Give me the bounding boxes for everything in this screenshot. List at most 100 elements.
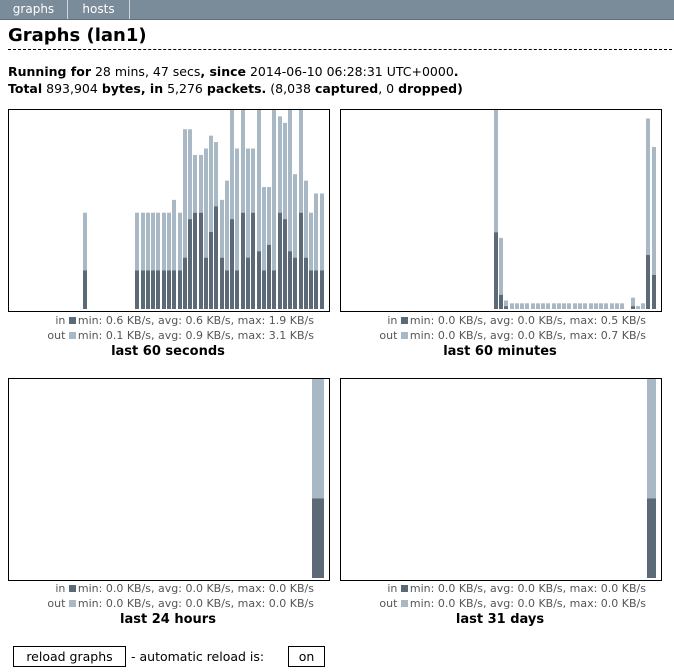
out-legend-label: out [379,597,398,610]
reload-graphs-button[interactable]: reload graphs [13,646,126,667]
in-bar [83,270,87,309]
out-bar [156,212,160,271]
out-bar [262,187,266,271]
out-bar [214,142,218,207]
graph-60-minutes [340,109,662,312]
in-bar [309,270,313,309]
in-bar [267,244,271,309]
out-bar [162,212,166,271]
out-bar [309,212,313,271]
out-bar [141,212,145,271]
in-bar [278,212,282,309]
out-legend-label: out [47,597,66,610]
in-bar [241,212,245,309]
in-bar [251,212,255,309]
page-title: Graphs (lan1) [8,25,672,50]
graph-31-days-svg [647,379,656,578]
out-bar [615,303,619,309]
in-bar [652,274,656,309]
graph-24-hours-caption: last 24 hours [120,612,216,627]
out-bar [235,148,239,271]
in-bar [272,270,276,309]
out-bar [178,212,182,271]
out-stats-text: min: 0.0 KB/s, avg: 0.0 KB/s, max: 0.0 K… [409,597,646,610]
in-bar [220,257,224,309]
tab-graphs[interactable]: graphs [0,0,68,19]
in-bar [214,206,218,309]
out-bar [183,129,187,258]
out-bar [504,300,508,307]
packets-label: packets. [206,81,267,96]
out-bar [135,212,139,271]
captured-count: (8,038 [270,81,311,96]
in-bar [183,257,187,309]
in-bar [304,257,308,309]
in-bar [225,270,229,309]
graph-60-seconds [8,109,330,312]
graph-60-seconds-caption: last 60 seconds [111,344,225,359]
out-bar [578,303,582,309]
out-bar [293,174,297,258]
out-bar [225,180,229,271]
in-bar [257,251,261,309]
out-bar [167,212,171,271]
out-bar [204,148,208,258]
in-bar [314,270,318,309]
in-bar [499,294,503,309]
graph-60-seconds-svg [83,110,324,309]
in-bar [293,257,297,309]
in-bar [178,270,182,309]
out-bar [631,297,635,307]
in-bar [631,306,635,309]
out-bar [557,303,561,309]
autoreload-toggle-button[interactable]: on [288,646,325,667]
out-bar [636,306,640,309]
in-bar [209,231,213,309]
in-bar [135,270,139,309]
out-bar [230,110,234,220]
in-bar [283,219,287,309]
out-bar [546,303,550,309]
out-color-swatch [68,331,76,339]
graph-31-days-in-stats: in min: 0.0 KB/s, avg: 0.0 KB/s, max: 0.… [340,581,646,596]
in-bar [146,270,150,309]
out-color-swatch [68,599,76,607]
out-bar [251,148,255,213]
in-color-swatch [400,584,408,592]
tab-hosts[interactable]: hosts [68,0,130,19]
total-label: Total [8,81,43,96]
total-info: Total 893,904 bytes, in 5,276 packets. (… [8,81,463,97]
in-bar [199,212,203,309]
out-bar [193,154,197,213]
in-bar [504,306,508,309]
graph-24-hours-out-stats: out min: 0.0 KB/s, avg: 0.0 KB/s, max: 0… [8,596,314,611]
out-bar [288,110,292,252]
out-bar [220,199,224,258]
out-bar [604,303,608,309]
out-stats-text: min: 0.1 KB/s, avg: 0.9 KB/s, max: 3.1 K… [77,329,314,342]
out-bar [594,303,598,309]
bytes-label: bytes, in [101,81,164,96]
in-bar [193,212,197,309]
out-bar [536,303,540,309]
out-stats-text: min: 0.0 KB/s, avg: 0.0 KB/s, max: 0.7 K… [409,329,646,342]
out-bar [641,303,645,309]
in-bar [188,219,192,309]
out-bar [320,193,324,271]
in-stats-text: min: 0.0 KB/s, avg: 0.0 KB/s, max: 0.0 K… [77,582,314,595]
out-bar [531,303,535,309]
out-bar [652,146,656,275]
graph-60-minutes-svg [494,110,656,309]
out-bar [541,303,545,309]
in-stats-text: min: 0.0 KB/s, avg: 0.0 KB/s, max: 0.5 K… [409,314,646,327]
in-bar [235,270,239,309]
out-bar [515,303,519,309]
out-bar [573,303,577,309]
in-bar [312,498,324,578]
out-bar [267,187,271,245]
out-stats-text: min: 0.0 KB/s, avg: 0.0 KB/s, max: 0.0 K… [77,597,314,610]
graph-24-hours-in-stats: in min: 0.0 KB/s, avg: 0.0 KB/s, max: 0.… [8,581,314,596]
running-value: 28 mins, 47 secs [94,64,201,79]
out-bar [552,303,556,309]
out-bar [583,303,587,309]
